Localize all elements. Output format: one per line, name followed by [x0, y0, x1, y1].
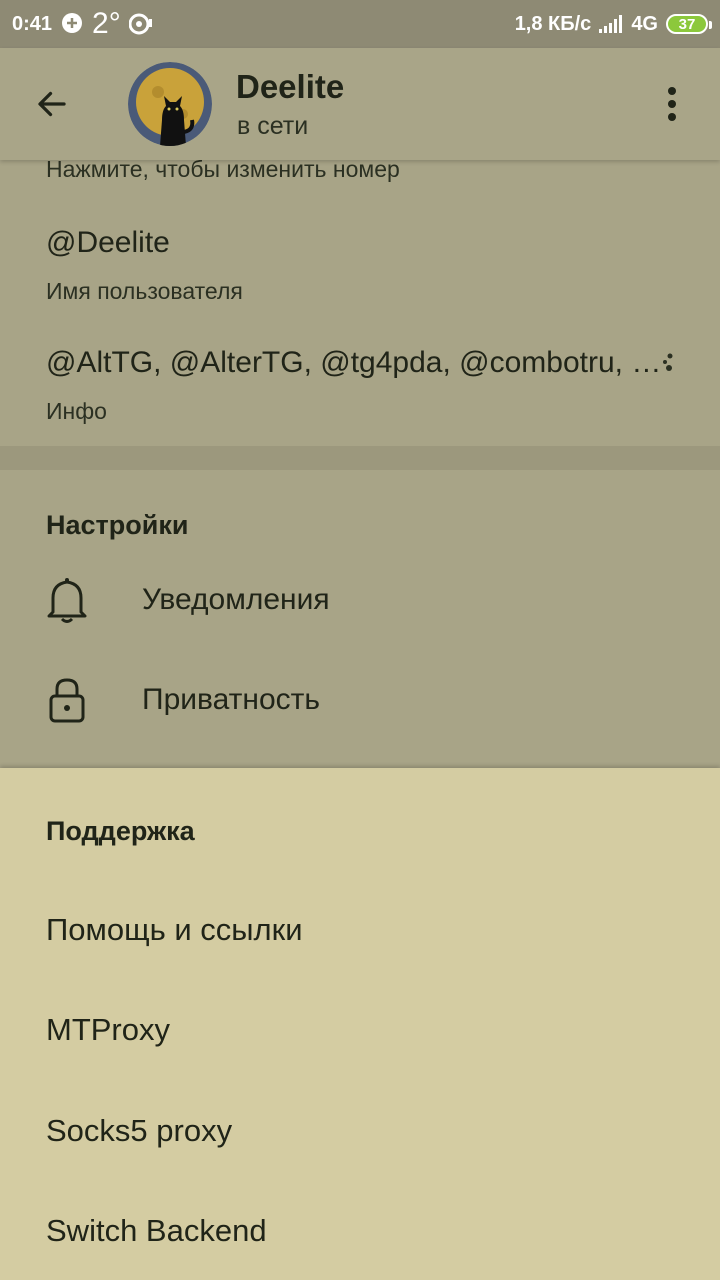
more-options-button[interactable] — [648, 76, 696, 132]
cat-moon-avatar-icon — [128, 62, 212, 146]
lock-icon — [44, 677, 90, 723]
settings-notifications-row[interactable]: Уведомления — [0, 552, 720, 648]
status-speed: 1,8 КБ/с — [514, 12, 592, 35]
section-divider — [0, 446, 720, 470]
chat-bubble-icon — [60, 12, 84, 36]
battery-icon: 37 — [666, 14, 712, 34]
socks5-proxy-item[interactable]: Socks5 proxy — [0, 1085, 720, 1185]
weather-icon — [128, 13, 153, 35]
status-time: 0:41 — [12, 12, 53, 35]
profile-name: Deelite — [236, 68, 345, 105]
bell-icon — [44, 577, 90, 623]
help-links-item[interactable]: Помощь и ссылки — [0, 884, 720, 984]
help-links-label: Помощь и ссылки — [46, 912, 303, 947]
paw-emoji-icon — [663, 353, 673, 371]
socks5-proxy-label: Socks5 proxy — [46, 1113, 233, 1148]
bio-label: Инфо — [46, 398, 107, 424]
avatar[interactable] — [128, 62, 212, 146]
online-status: в сети — [237, 112, 309, 140]
switch-backend-item[interactable]: Switch Backend — [0, 1185, 720, 1280]
bio-value[interactable]: @AltTG, @AlterTG, @tg4pda, @combotru, … — [46, 346, 676, 380]
support-bottom-sheet: Поддержка Помощь и ссылки MTProxy Socks5… — [0, 768, 720, 1280]
app-bar: Deelite в сети — [0, 48, 720, 160]
notifications-label: Уведомления — [142, 583, 330, 616]
arrow-left-icon — [38, 91, 66, 117]
settings-header: Настройки — [46, 510, 189, 540]
mtproxy-label: MTProxy — [46, 1012, 170, 1047]
status-temperature: 2° — [92, 7, 121, 40]
privacy-label: Приватность — [142, 683, 320, 716]
status-network: 4G — [631, 12, 658, 35]
back-button[interactable] — [24, 76, 80, 132]
signal-icon — [599, 15, 623, 33]
mtproxy-item[interactable]: MTProxy — [0, 984, 720, 1084]
support-header: Поддержка — [46, 816, 195, 846]
status-bar: 0:41 2° 1,8 КБ/с 4G 37 — [0, 0, 720, 48]
switch-backend-label: Switch Backend — [46, 1213, 267, 1248]
settings-privacy-row[interactable]: Приватность — [0, 652, 720, 748]
more-vertical-icon — [668, 87, 676, 121]
battery-level: 37 — [678, 15, 696, 33]
phone-change-hint[interactable]: Нажмите, чтобы изменить номер — [46, 156, 400, 183]
username-value[interactable]: @Deelite — [46, 226, 170, 260]
username-label: Имя пользователя — [46, 278, 243, 304]
